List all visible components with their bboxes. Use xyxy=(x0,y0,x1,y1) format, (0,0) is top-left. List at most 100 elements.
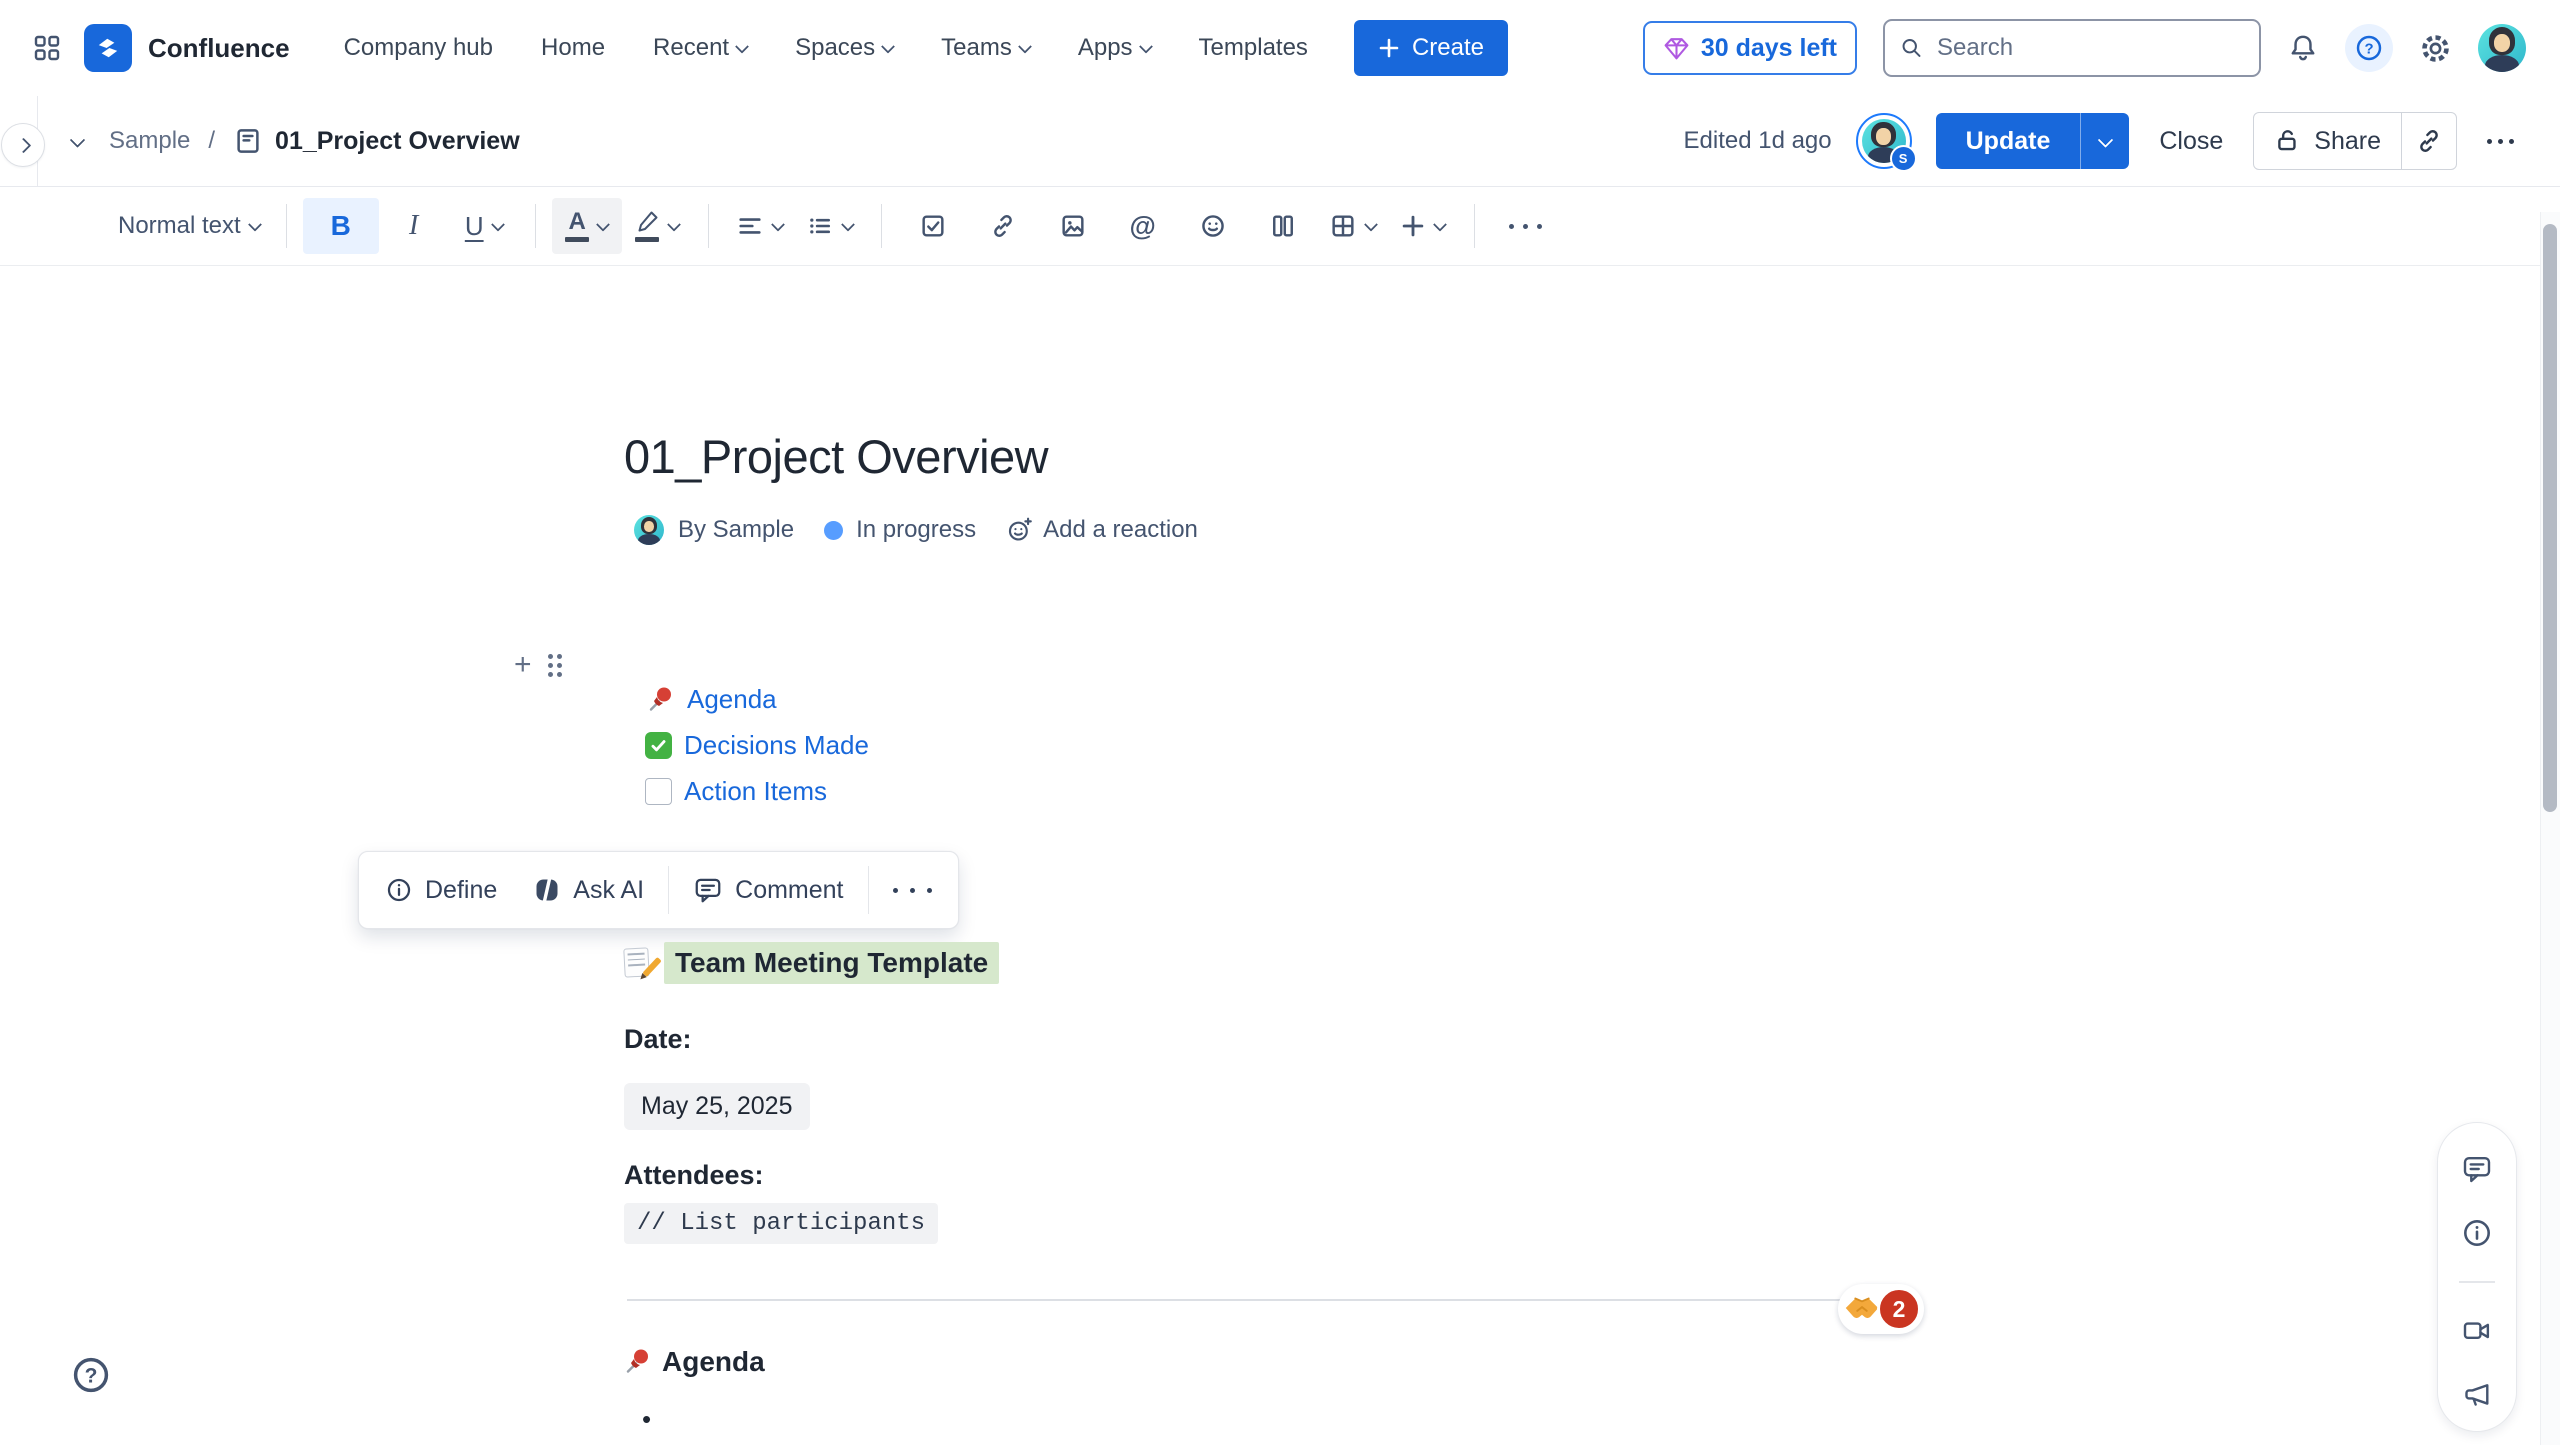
memo-emoji-icon xyxy=(622,946,656,980)
more-actions-icon[interactable] xyxy=(2481,133,2520,150)
nav-recent[interactable]: Recent xyxy=(653,34,747,62)
date-value-pill[interactable]: May 25, 2025 xyxy=(624,1083,810,1130)
add-block-button[interactable]: + xyxy=(514,650,532,680)
author-name[interactable]: By Sample xyxy=(678,516,794,544)
notifications-bell-icon[interactable] xyxy=(2287,32,2319,64)
toc-link-agenda[interactable]: Agenda xyxy=(645,684,869,715)
template-heading-text[interactable]: Team Meeting Template xyxy=(664,942,999,984)
toolbar-divider xyxy=(1474,204,1475,248)
top-nav-right: 30 days left ? xyxy=(1643,19,2526,77)
attendees-label[interactable]: Attendees: xyxy=(624,1160,764,1191)
nav-apps[interactable]: Apps xyxy=(1078,34,1151,62)
share-button[interactable]: Share xyxy=(2254,113,2401,169)
alignment-button[interactable] xyxy=(725,198,795,254)
toc-link-action-items[interactable]: Action Items xyxy=(645,776,869,807)
app-switcher-icon[interactable] xyxy=(32,33,62,63)
selection-more-icon[interactable] xyxy=(875,860,950,920)
breadcrumb-page-title[interactable]: 01_Project Overview xyxy=(275,127,520,156)
scrollbar-thumb[interactable] xyxy=(2543,224,2557,812)
horizontal-divider xyxy=(627,1299,1917,1301)
space-tree-toggle[interactable] xyxy=(72,136,83,147)
settings-gear-icon[interactable] xyxy=(2419,32,2452,65)
reaction-badge[interactable]: 2 xyxy=(1838,1284,1924,1334)
video-call-button[interactable] xyxy=(2461,1315,2493,1347)
chevron-down-icon xyxy=(881,40,895,54)
toc-link-decisions[interactable]: Decisions Made xyxy=(645,730,869,761)
search-input[interactable] xyxy=(1935,33,2244,63)
block-controls: + xyxy=(514,650,562,680)
attendees-placeholder-code[interactable]: // List participants xyxy=(624,1203,938,1244)
confluence-logo-icon[interactable] xyxy=(84,24,132,72)
table-button[interactable] xyxy=(1318,198,1388,254)
author-avatar[interactable] xyxy=(634,515,664,545)
text-color-button[interactable]: A xyxy=(552,198,622,254)
columns-layout-icon xyxy=(1269,212,1297,240)
insert-image-button[interactable] xyxy=(1038,198,1108,254)
nav-teams[interactable]: Teams xyxy=(941,34,1030,62)
task-checkbox-button[interactable] xyxy=(898,198,968,254)
ask-ai-button[interactable]: Ask AI xyxy=(515,860,662,920)
details-panel-button[interactable] xyxy=(2461,1217,2493,1249)
document-title[interactable]: 01_Project Overview xyxy=(624,429,1048,484)
collaborator-avatar[interactable]: S xyxy=(1856,113,1912,169)
add-reaction-button[interactable]: Add a reaction xyxy=(1006,516,1198,544)
help-floating-button[interactable]: ? xyxy=(70,1354,112,1396)
help-button[interactable]: ? xyxy=(2345,24,2393,72)
chevron-down-icon xyxy=(70,132,86,148)
search-box xyxy=(1883,19,2261,77)
nav-templates[interactable]: Templates xyxy=(1199,34,1308,62)
svg-text:?: ? xyxy=(2364,40,2373,57)
trial-days-left-button[interactable]: 30 days left xyxy=(1643,21,1857,75)
link-icon xyxy=(2415,127,2443,155)
nav-spaces[interactable]: Spaces xyxy=(795,34,893,62)
selection-toolbar: Define Ask AI Comment xyxy=(358,851,959,929)
date-label[interactable]: Date: xyxy=(624,1024,692,1055)
highlight-color-button[interactable] xyxy=(622,198,692,254)
update-options-button[interactable] xyxy=(2080,113,2129,169)
drag-handle-icon[interactable] xyxy=(548,654,562,677)
italic-button[interactable]: I xyxy=(379,198,449,254)
user-avatar[interactable] xyxy=(2478,24,2526,72)
list-button[interactable] xyxy=(795,198,865,254)
breadcrumb-space[interactable]: Sample xyxy=(109,127,190,155)
chevron-down-icon xyxy=(1364,218,1378,232)
create-button[interactable]: Create xyxy=(1354,20,1508,76)
define-button[interactable]: Define xyxy=(367,860,515,920)
emoji-button[interactable] xyxy=(1178,198,1248,254)
underline-button[interactable]: U xyxy=(449,198,519,254)
status-dot-icon xyxy=(824,521,843,540)
comment-icon xyxy=(693,875,723,905)
comment-icon xyxy=(2461,1153,2493,1185)
announcements-button[interactable] xyxy=(2461,1379,2493,1411)
copy-link-button[interactable] xyxy=(2401,113,2456,169)
bold-button[interactable]: B xyxy=(303,198,379,254)
layouts-button[interactable] xyxy=(1248,198,1318,254)
nav-home[interactable]: Home xyxy=(541,34,605,62)
right-tool-rail xyxy=(2437,1122,2517,1432)
status-text[interactable]: In progress xyxy=(856,516,976,544)
text-style-dropdown[interactable]: Normal text xyxy=(108,198,270,254)
confluence-editor-screen: Confluence Company hub Home Recent Space… xyxy=(0,0,2560,1445)
update-button[interactable]: Update xyxy=(1936,113,2081,169)
svg-text:?: ? xyxy=(85,1365,98,1388)
edited-status: Edited 1d ago xyxy=(1684,127,1832,155)
emoji-smile-icon xyxy=(1199,212,1227,240)
expand-sidebar-button[interactable] xyxy=(1,123,45,167)
nav-company-hub[interactable]: Company hub xyxy=(344,34,493,62)
comment-button[interactable]: Comment xyxy=(675,860,861,920)
color-swatch xyxy=(565,237,589,242)
main-nav: Company hub Home Recent Spaces Teams App… xyxy=(344,34,1308,62)
insert-more-button[interactable] xyxy=(1388,198,1458,254)
comments-panel-button[interactable] xyxy=(2461,1153,2493,1185)
chevron-down-icon xyxy=(841,218,855,232)
question-mark-icon: ? xyxy=(2353,32,2385,64)
image-icon xyxy=(1059,212,1087,240)
insert-link-button[interactable] xyxy=(968,198,1038,254)
chevron-down-icon xyxy=(2098,132,2114,148)
close-button[interactable]: Close xyxy=(2159,127,2223,156)
check-emoji-icon xyxy=(645,732,672,759)
toolbar-divider xyxy=(286,204,287,248)
toolbar-more-icon[interactable] xyxy=(1491,198,1561,254)
mention-button[interactable]: @ xyxy=(1108,198,1178,254)
agenda-heading-text[interactable]: Agenda xyxy=(662,1346,765,1378)
